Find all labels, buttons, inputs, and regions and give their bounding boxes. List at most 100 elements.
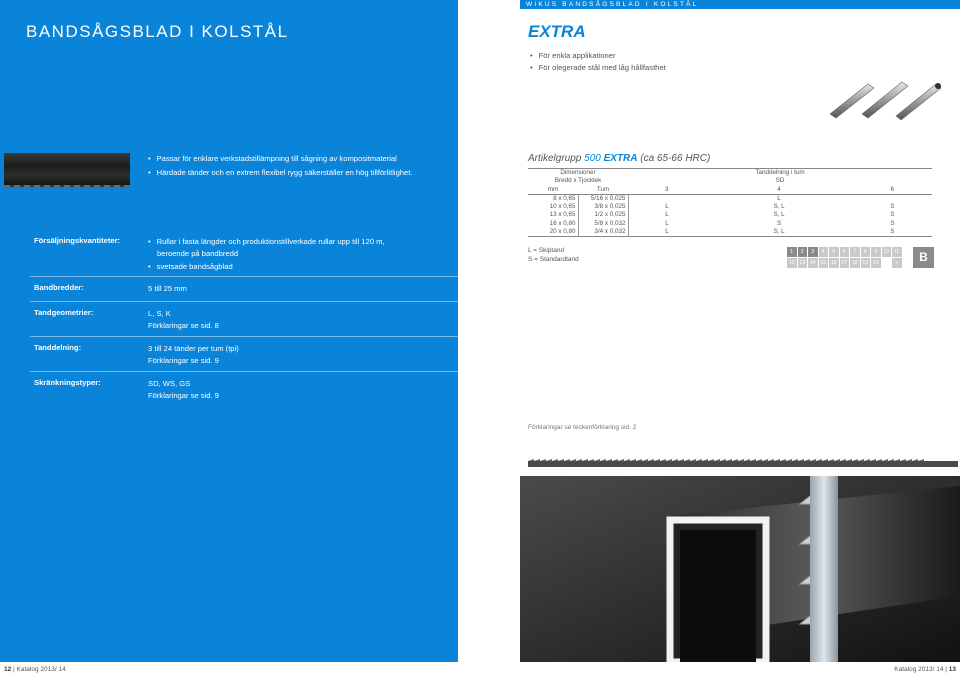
cell-p3: L (665, 219, 669, 227)
cell-inch: 5/8 x 0,032 (578, 219, 629, 229)
tooth-geometry-label: Tandgeometrier: (34, 308, 94, 317)
cell-inch: 3/4 x 0,032 (578, 228, 629, 238)
cell-inch: 1/2 x 0,025 (578, 211, 629, 220)
set-type-ref: Förklaringar se sid. 9 (148, 390, 219, 400)
tpi-cell: 1 (787, 247, 797, 257)
product-feature-list: För enkla applikationer För olegerade st… (530, 50, 666, 73)
sales-item: svetsade bandsågblad (148, 261, 408, 273)
cell-p6: S (890, 203, 895, 211)
tooth-pitch-text: 3 till 24 tänder per tum (tpi) (148, 344, 239, 353)
cell-p6: S (890, 219, 895, 227)
tpi-cell: 2 (797, 247, 807, 257)
cell-p4: S (776, 219, 782, 227)
divider (30, 301, 458, 302)
right-page-number: 13 (948, 666, 956, 673)
b-badge: B (913, 247, 934, 268)
tpi-cell: 15 (818, 258, 828, 268)
tpi-cell: 17 (839, 258, 849, 268)
pitch-3: 3 (628, 185, 706, 195)
cell-p4: S, L (705, 228, 853, 238)
cell-p3: L (628, 228, 706, 238)
tpi-cell: 20 (871, 258, 881, 268)
cell-p3: L (665, 211, 669, 219)
pitch-6: 6 (852, 185, 932, 195)
unit-mm: mm (528, 185, 578, 195)
legend-skip-tooth: L = Skiptand (528, 247, 565, 254)
tooth-geometry-text: L, S, K (148, 309, 171, 318)
left-page-blue-panel (0, 0, 458, 662)
band-width-text: 5 till 25 mm (148, 284, 187, 293)
left-footer-text: Katalog 2013/ 14 (16, 666, 66, 673)
cell-mm: 20 x 0,80 (528, 228, 579, 238)
right-footer-text: Katalog 2013/ 14 (894, 666, 944, 673)
band-width-label: Bandbredder: (34, 283, 84, 292)
table-row: 13 x 0,65 1/2 x 0,025 L S, L S (528, 211, 932, 220)
tpi-cell: 12 (787, 258, 797, 268)
tpi-cell: 16 (829, 258, 839, 268)
set-type-label: Skränkningstyper: (34, 378, 101, 387)
cell-p6: S (852, 228, 932, 238)
tpi-cell: 3 (808, 247, 818, 257)
article-group-heading: Artikelgrupp 500 EXTRA (ca 65-66 HRC) (528, 153, 710, 164)
unit-header-row: mm Tum 3 4 6 (528, 185, 932, 195)
divider (30, 371, 458, 372)
cell-mm: 10 x 0,65 (528, 203, 579, 212)
article-number: 500 (584, 153, 601, 164)
sd-header: SD (775, 177, 785, 185)
divider (30, 336, 458, 337)
table-row: 10 x 0,65 3/8 x 0,025 L S, L S (528, 203, 932, 212)
feature-item: Passar för enklare verkstadstillämpning … (148, 152, 412, 166)
cell-mm: 8 x 0,65 (528, 194, 579, 204)
tpi-cell: 6 (839, 247, 849, 257)
tpi-cell: 10 (881, 247, 891, 257)
band-width-value: 5 till 25 mm (148, 283, 187, 295)
cell-inch: 3/8 x 0,025 (578, 203, 629, 212)
cell-p6: S (890, 211, 895, 219)
left-page-number: 12 (4, 666, 12, 673)
cutting-tube-photo (520, 476, 960, 662)
product-feature-item: För olegerade stål med låg hållfasthet (530, 62, 666, 74)
table-row: 16 x 0,80 5/8 x 0,032 L S S (528, 219, 932, 229)
tpi-row: 12 13 14 15 16 17 18 19 20 + (787, 258, 907, 268)
legend: L = Skiptand S = Standardtand (528, 247, 579, 264)
cell-p3 (628, 194, 706, 203)
set-type-value: SD, WS, GS Förklaringar se sid. 9 (148, 378, 219, 401)
cell-p6 (853, 194, 932, 203)
cell-p4: S, L (773, 203, 785, 211)
tpi-cell: 11 (892, 247, 902, 257)
tpi-cell: 13 (797, 258, 807, 268)
footnote: Förklaringar se teckenförklaring sid. 2 (528, 424, 637, 431)
article-name: EXTRA (603, 153, 638, 164)
cell-mm: 13 x 0,65 (528, 211, 579, 220)
tpi-cell: 7 (850, 247, 860, 257)
tooth-pitch-value: 3 till 24 tänder per tum (tpi) Förklarin… (148, 343, 239, 366)
tooth-geometry-ref: Förklaringar se sid. 8 (148, 320, 219, 330)
dimensions-header: Dimensioner (528, 168, 628, 178)
blade-strip-image (528, 459, 958, 467)
page-title: BANDSÅGSBLAD I KOLSTÅL (26, 22, 289, 41)
blade-closeup-image (4, 153, 130, 187)
sales-quantity-label: Försäljningskvantiteter: (34, 236, 121, 245)
spec-table: Dimensioner Tanddelning i tum Bredd x Tj… (528, 168, 932, 238)
table-row: 20 x 0,80 3/4 x 0,032 L S, L S (528, 228, 932, 238)
tpi-cell: 19 (860, 258, 870, 268)
cell-p3: L (665, 203, 669, 211)
tpi-cell: 5 (829, 247, 839, 257)
header-bar: WIKUS BANDSÅGSBLAD I KOLSTÅL (520, 0, 960, 9)
tooth-pitch-label: Tanddelning: (34, 343, 82, 352)
tpi-cell: 14 (808, 258, 818, 268)
legend-standard-tooth: S = Standardtand (528, 255, 579, 263)
article-hardness: (ca 65-66 HRC) (640, 153, 711, 164)
divider (30, 276, 458, 277)
tpi-cell: 4 (818, 247, 828, 257)
width-thickness-header: Bredd x Tjocklek (554, 177, 602, 185)
tpi-cell (882, 258, 892, 268)
header-bar-text: WIKUS BANDSÅGSBLAD I KOLSTÅL (526, 1, 699, 8)
article-prefix: Artikelgrupp (528, 153, 582, 164)
tpi-indicator-grid: 1 2 3 4 5 6 7 8 9 10 11 12 13 14 15 16 1… (787, 247, 907, 269)
tooth-geometry-value: L, S, K Förklaringar se sid. 8 (148, 308, 219, 331)
tpi-row: 1 2 3 4 5 6 7 8 9 10 11 (787, 247, 907, 257)
feature-item: Härdade tänder och en extrem flexibel ry… (148, 166, 413, 180)
sales-item: Rullar i fasta längder och produktionsti… (148, 236, 408, 259)
pitch-header: Tanddelning i tum (628, 168, 932, 178)
